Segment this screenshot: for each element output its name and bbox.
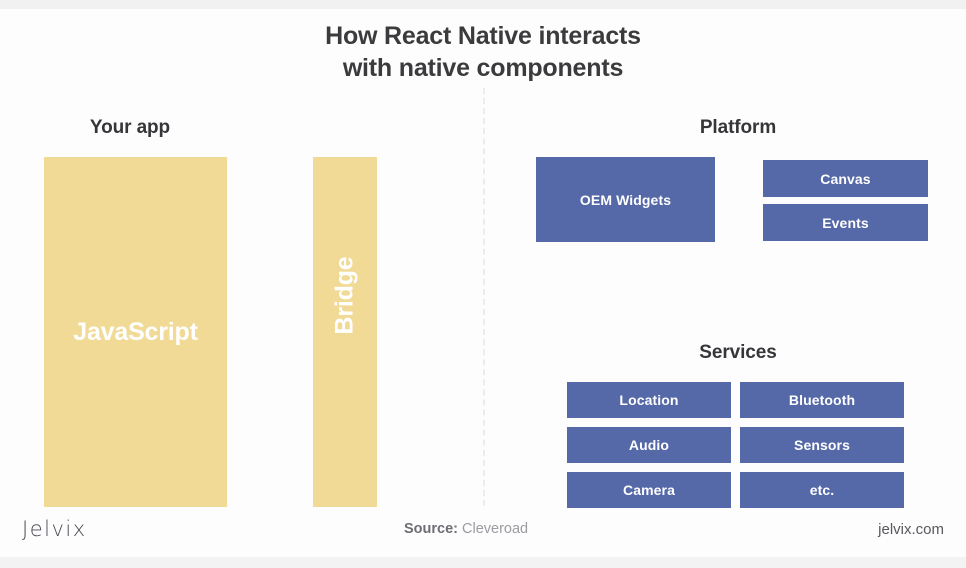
- platform-box-events: Events: [763, 204, 928, 241]
- jelvix-logo: Jelvix: [22, 517, 87, 541]
- javascript-block-label: JavaScript: [73, 318, 198, 346]
- top-edge-band: [0, 0, 966, 9]
- source-value: Cleveroad: [462, 521, 529, 537]
- source-label: Source:: [404, 521, 458, 537]
- vertical-dashed-divider: [483, 88, 485, 506]
- services-box-sensors: Sensors: [740, 427, 904, 463]
- bridge-block: Bridge: [313, 157, 377, 507]
- platform-box-canvas: Canvas: [763, 160, 928, 197]
- services-box-bluetooth: Bluetooth: [740, 382, 904, 418]
- javascript-block: JavaScript: [44, 157, 227, 507]
- services-box-location: Location: [567, 382, 731, 418]
- services-box-audio: Audio: [567, 427, 731, 463]
- page-title: How React Native interacts with native c…: [0, 20, 966, 84]
- platform-box-oem-widgets: OEM Widgets: [536, 157, 715, 242]
- section-heading-your-app: Your app: [89, 117, 171, 138]
- page-title-line-1: How React Native interacts: [325, 22, 641, 50]
- section-heading-platform: Platform: [699, 117, 777, 138]
- bridge-block-label: Bridge: [330, 256, 359, 334]
- website-url: jelvix.com: [878, 521, 944, 538]
- services-box-camera: Camera: [567, 472, 731, 508]
- section-heading-services: Services: [699, 342, 777, 363]
- bottom-edge-band: [0, 557, 966, 568]
- diagram-canvas: How React Native interacts with native c…: [0, 0, 966, 568]
- services-box-etc: etc.: [740, 472, 904, 508]
- source-attribution: Source: Cleveroad: [404, 521, 528, 537]
- page-title-line-2: with native components: [342, 54, 624, 82]
